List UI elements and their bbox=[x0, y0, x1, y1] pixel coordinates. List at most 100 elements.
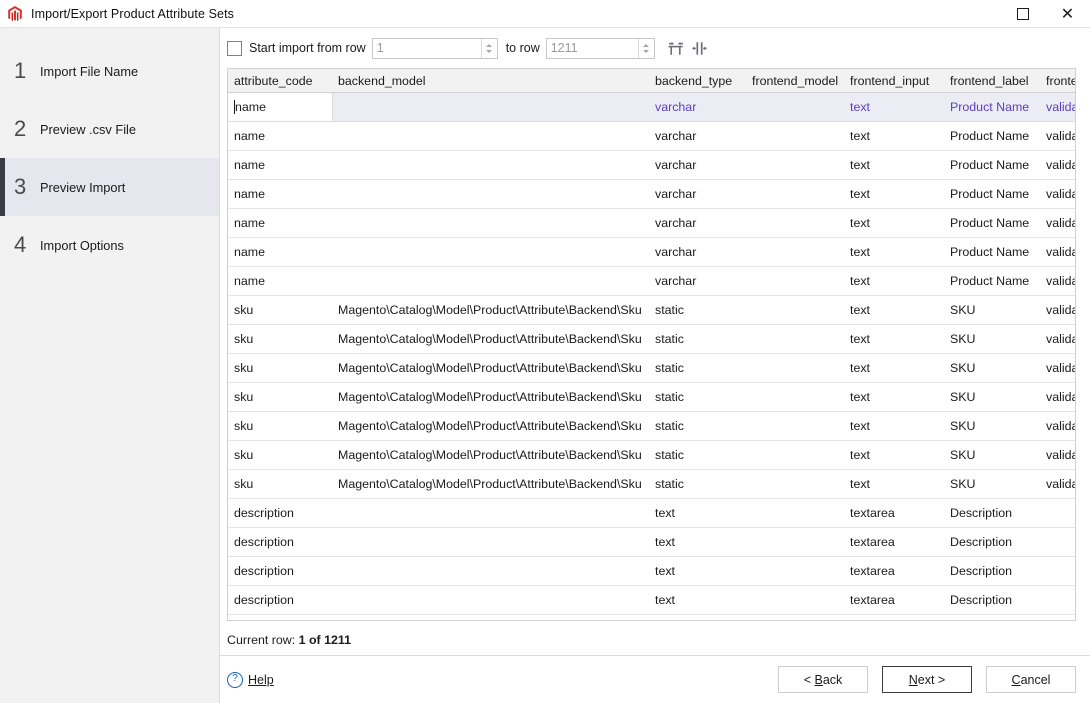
cell-frontend-model[interactable] bbox=[746, 295, 844, 325]
table-row[interactable]: name varchar textProduct Namevalidate-leng… bbox=[228, 179, 1075, 209]
cell-frontend-label[interactable]: Description bbox=[944, 527, 1040, 557]
cell-frontend-class[interactable]: validate-length m bbox=[1040, 266, 1075, 296]
cell-frontend-model[interactable] bbox=[746, 585, 844, 615]
cell-backend-model[interactable] bbox=[332, 92, 649, 122]
cell-frontend-class[interactable]: validate-length m bbox=[1040, 382, 1075, 412]
cell-frontend-class[interactable]: validate-length m bbox=[1040, 179, 1075, 209]
cell-backend-type[interactable]: varchar bbox=[649, 237, 746, 267]
cell-attribute-code[interactable]: name bbox=[228, 121, 332, 151]
cell-frontend-label[interactable]: Description bbox=[944, 498, 1040, 528]
cell-backend-type[interactable]: text bbox=[649, 585, 746, 615]
cell-frontend-input[interactable]: text bbox=[844, 121, 944, 151]
cell-frontend-class[interactable] bbox=[1040, 556, 1075, 586]
cell-frontend-model[interactable] bbox=[746, 411, 844, 441]
cell-frontend-input[interactable]: textarea bbox=[844, 585, 944, 615]
cell-attribute-code[interactable]: sku bbox=[228, 411, 332, 441]
chevron-down-icon[interactable] bbox=[486, 49, 493, 53]
cell-frontend-model[interactable] bbox=[746, 324, 844, 354]
cell-backend-model[interactable]: Magento\Catalog\Model\Product\Attribute\… bbox=[332, 440, 649, 470]
maximize-button[interactable] bbox=[1000, 0, 1045, 27]
cell-frontend-class[interactable]: validate-length m bbox=[1040, 92, 1075, 122]
cell-backend-model[interactable] bbox=[332, 556, 649, 586]
cell-backend-type[interactable]: static bbox=[649, 324, 746, 354]
cell-frontend-label[interactable]: SKU bbox=[944, 382, 1040, 412]
cell-frontend-input[interactable]: text bbox=[844, 295, 944, 325]
cell-frontend-input[interactable]: text bbox=[844, 179, 944, 209]
cell-attribute-code[interactable]: name bbox=[228, 208, 332, 238]
table-row[interactable]: name varchar textProduct Namevalidate-leng… bbox=[228, 92, 1075, 122]
cell-backend-type[interactable]: varchar bbox=[649, 208, 746, 238]
cancel-button[interactable]: Cancel bbox=[986, 666, 1076, 693]
cell-attribute-code[interactable]: sku bbox=[228, 295, 332, 325]
cell-frontend-input[interactable]: text bbox=[844, 208, 944, 238]
table-row[interactable]: description text textarea Description bbox=[228, 498, 1075, 528]
sidebar-item-preview-csv-file[interactable]: 2 Preview .csv File bbox=[0, 100, 219, 158]
cell-frontend-class[interactable]: validate-length m bbox=[1040, 353, 1075, 383]
cell-backend-model[interactable] bbox=[332, 150, 649, 180]
cell-frontend-class[interactable]: validate-length m bbox=[1040, 121, 1075, 151]
cell-backend-type[interactable]: static bbox=[649, 469, 746, 499]
cell-frontend-label[interactable]: Description bbox=[944, 556, 1040, 586]
cell-frontend-label[interactable]: Product Name bbox=[944, 92, 1040, 122]
cell-frontend-label[interactable]: Product Name bbox=[944, 266, 1040, 296]
cell-backend-model[interactable]: Magento\Catalog\Model\Product\Attribute\… bbox=[332, 469, 649, 499]
cell-frontend-input[interactable]: text bbox=[844, 92, 944, 122]
column-header-frontend-class[interactable]: frontend_class bbox=[1040, 69, 1075, 93]
cell-frontend-class[interactable]: validate-length m bbox=[1040, 295, 1075, 325]
cell-frontend-model[interactable] bbox=[746, 556, 844, 586]
cell-frontend-label[interactable]: Product Name bbox=[944, 179, 1040, 209]
back-button[interactable]: < Back bbox=[778, 666, 868, 693]
cell-backend-model[interactable] bbox=[332, 179, 649, 209]
column-header-frontend-label[interactable]: frontend_label bbox=[944, 69, 1040, 93]
cell-frontend-input[interactable]: textarea bbox=[844, 556, 944, 586]
cell-frontend-input[interactable]: text bbox=[844, 353, 944, 383]
table-row[interactable]: sku Magento\Catalog\Model\Product\Attribu… bbox=[228, 411, 1075, 441]
table-row[interactable]: name varchar textProduct Namevalidate-leng… bbox=[228, 266, 1075, 296]
table-row[interactable]: sku Magento\Catalog\Model\Product\Attribu… bbox=[228, 469, 1075, 499]
cell-frontend-class[interactable]: validate-length m bbox=[1040, 237, 1075, 267]
cell-attribute-code[interactable]: description bbox=[228, 527, 332, 557]
cell-frontend-model[interactable] bbox=[746, 150, 844, 180]
cell-frontend-input[interactable]: text bbox=[844, 469, 944, 499]
table-row[interactable]: sku Magento\Catalog\Model\Product\Attribu… bbox=[228, 324, 1075, 354]
cell-frontend-label[interactable]: Product Name bbox=[944, 237, 1040, 267]
table-row[interactable]: description text textarea Description bbox=[228, 527, 1075, 557]
cell-backend-model[interactable] bbox=[332, 527, 649, 557]
cell-frontend-label[interactable]: Product Name bbox=[944, 150, 1040, 180]
cell-frontend-model[interactable] bbox=[746, 469, 844, 499]
cell-frontend-input[interactable]: text bbox=[844, 440, 944, 470]
cell-backend-type[interactable]: varchar bbox=[649, 179, 746, 209]
sidebar-item-import-file-name[interactable]: 1 Import File Name bbox=[0, 42, 219, 100]
cell-frontend-label[interactable]: SKU bbox=[944, 353, 1040, 383]
start-import-checkbox[interactable] bbox=[227, 40, 242, 56]
end-row-input[interactable] bbox=[546, 38, 638, 58]
cell-frontend-label[interactable]: SKU bbox=[944, 324, 1040, 354]
chevron-up-icon[interactable] bbox=[643, 43, 650, 47]
cell-backend-type[interactable]: text bbox=[649, 498, 746, 528]
cell-backend-model[interactable] bbox=[332, 585, 649, 615]
cell-frontend-label[interactable]: SKU bbox=[944, 440, 1040, 470]
cell-frontend-label[interactable]: Product Name bbox=[944, 208, 1040, 238]
cell-backend-model[interactable] bbox=[332, 121, 649, 151]
end-row-spin-arrows[interactable] bbox=[637, 38, 654, 58]
cell-backend-model[interactable] bbox=[332, 208, 649, 238]
cell-frontend-input[interactable]: text bbox=[844, 382, 944, 412]
cell-attribute-code[interactable]: name bbox=[228, 150, 332, 180]
cell-backend-model[interactable] bbox=[332, 498, 649, 528]
cell-attribute-code[interactable]: description bbox=[228, 498, 332, 528]
cell-frontend-class[interactable]: validate-length m bbox=[1040, 150, 1075, 180]
cell-frontend-input[interactable]: text bbox=[844, 266, 944, 296]
cell-backend-model[interactable]: Magento\Catalog\Model\Product\Attribute\… bbox=[332, 411, 649, 441]
end-row-stepper[interactable] bbox=[545, 37, 655, 59]
cell-frontend-label[interactable]: Product Name bbox=[944, 121, 1040, 151]
cell-backend-model[interactable]: Magento\Catalog\Model\Product\Attribute\… bbox=[332, 295, 649, 325]
cell-backend-model[interactable] bbox=[332, 237, 649, 267]
cell-frontend-class[interactable] bbox=[1040, 498, 1075, 528]
cell-attribute-code[interactable]: name bbox=[228, 237, 332, 267]
cell-backend-type[interactable]: text bbox=[649, 527, 746, 557]
column-header-frontend-input[interactable]: frontend_input bbox=[844, 69, 944, 93]
cell-frontend-class[interactable]: validate-length m bbox=[1040, 440, 1075, 470]
cell-attribute-code[interactable]: description bbox=[228, 556, 332, 586]
start-row-stepper[interactable] bbox=[371, 37, 498, 59]
cell-frontend-model[interactable] bbox=[746, 266, 844, 296]
